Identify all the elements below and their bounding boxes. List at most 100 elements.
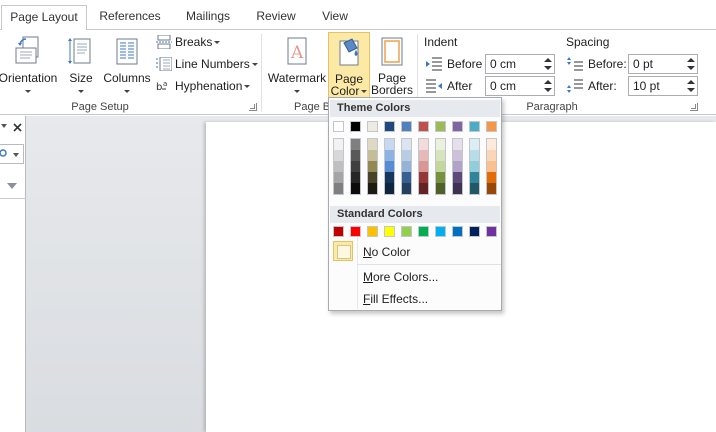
close-icon[interactable] xyxy=(13,123,22,132)
breaks-button[interactable]: Breaks xyxy=(156,32,226,52)
theme-color-swatch[interactable] xyxy=(333,121,344,132)
theme-shade-swatch[interactable] xyxy=(487,183,496,194)
theme-shade-swatch[interactable] xyxy=(385,183,394,194)
theme-shade-swatch[interactable] xyxy=(402,161,411,172)
theme-shade-swatch[interactable] xyxy=(487,172,496,183)
theme-color-swatch[interactable] xyxy=(401,121,412,132)
theme-shade-swatch[interactable] xyxy=(453,139,462,150)
theme-shade-swatch[interactable] xyxy=(351,172,360,183)
theme-shade-swatch[interactable] xyxy=(334,183,343,194)
theme-shade-swatch[interactable] xyxy=(436,161,445,172)
theme-shade-swatch[interactable] xyxy=(419,161,428,172)
theme-shade-swatch[interactable] xyxy=(470,172,479,183)
theme-shade-swatch[interactable] xyxy=(385,172,394,183)
more-colors-item[interactable]: More Colors... xyxy=(363,268,438,286)
theme-shade-swatch[interactable] xyxy=(487,161,496,172)
standard-color-swatch[interactable] xyxy=(367,226,378,237)
page-borders-button[interactable]: Page Borders xyxy=(371,32,413,97)
theme-shade-swatch[interactable] xyxy=(470,139,479,150)
theme-shade-swatch[interactable] xyxy=(436,150,445,161)
standard-color-swatch[interactable] xyxy=(469,226,480,237)
theme-color-swatch[interactable] xyxy=(367,121,378,132)
columns-button[interactable]: Columns xyxy=(102,32,152,96)
standard-color-swatch[interactable] xyxy=(418,226,429,237)
theme-shade-swatch[interactable] xyxy=(368,172,377,183)
theme-color-swatch[interactable] xyxy=(452,121,463,132)
theme-shade-swatch[interactable] xyxy=(368,183,377,194)
theme-color-swatch[interactable] xyxy=(418,121,429,132)
theme-shade-swatch[interactable] xyxy=(351,139,360,150)
theme-color-swatch[interactable] xyxy=(486,121,497,132)
theme-color-swatch[interactable] xyxy=(435,121,446,132)
theme-shade-swatch[interactable] xyxy=(453,172,462,183)
size-button[interactable]: Size xyxy=(64,32,98,96)
page-color-button[interactable]: Page Color xyxy=(328,32,370,99)
theme-shade-swatch[interactable] xyxy=(385,150,394,161)
standard-color-swatch[interactable] xyxy=(435,226,446,237)
theme-color-swatch[interactable] xyxy=(469,121,480,132)
nav-options-chevron-icon[interactable] xyxy=(7,183,17,189)
theme-shade-swatch[interactable] xyxy=(402,150,411,161)
standard-color-swatch[interactable] xyxy=(401,226,412,237)
theme-shade-swatch[interactable] xyxy=(334,139,343,150)
standard-color-swatch[interactable] xyxy=(384,226,395,237)
theme-shade-swatch[interactable] xyxy=(470,161,479,172)
standard-color-swatch[interactable] xyxy=(350,226,361,237)
standard-color-swatch[interactable] xyxy=(452,226,463,237)
tab-view[interactable]: View xyxy=(312,5,358,30)
chevron-down-icon[interactable] xyxy=(13,153,19,157)
theme-shade-swatch[interactable] xyxy=(368,161,377,172)
theme-shade-swatch[interactable] xyxy=(419,183,428,194)
theme-color-swatch[interactable] xyxy=(350,121,361,132)
indent-before-input[interactable]: 0 cm xyxy=(485,54,555,74)
theme-shade-swatch[interactable] xyxy=(402,172,411,183)
theme-shade-swatch[interactable] xyxy=(385,161,394,172)
spacing-after-input[interactable]: 10 pt xyxy=(628,76,698,96)
theme-shade-swatch[interactable] xyxy=(436,172,445,183)
theme-shade-swatch[interactable] xyxy=(453,150,462,161)
theme-shade-swatch[interactable] xyxy=(453,161,462,172)
orientation-button[interactable]: Orientation xyxy=(0,32,60,96)
theme-shade-swatch[interactable] xyxy=(402,183,411,194)
theme-shade-swatch[interactable] xyxy=(453,183,462,194)
no-color-item[interactable]: No Color xyxy=(363,243,410,261)
hyphenation-button[interactable]: ba Hyphenation xyxy=(156,76,256,96)
spinner-arrows-icon[interactable] xyxy=(687,78,695,94)
theme-shade-swatch[interactable] xyxy=(368,139,377,150)
pane-options-chevron-icon[interactable] xyxy=(1,124,7,128)
theme-shade-swatch[interactable] xyxy=(368,150,377,161)
theme-shade-swatch[interactable] xyxy=(419,139,428,150)
line-numbers-button[interactable]: Line Numbers xyxy=(156,54,258,74)
standard-color-swatch[interactable] xyxy=(333,226,344,237)
spinner-arrows-icon[interactable] xyxy=(544,56,552,72)
navigation-search-input[interactable] xyxy=(0,144,24,164)
theme-shade-swatch[interactable] xyxy=(487,139,496,150)
tab-references[interactable]: References xyxy=(90,5,170,30)
theme-shade-swatch[interactable] xyxy=(402,139,411,150)
theme-shade-swatch[interactable] xyxy=(436,183,445,194)
theme-shade-swatch[interactable] xyxy=(334,172,343,183)
theme-shade-swatch[interactable] xyxy=(351,161,360,172)
theme-shade-swatch[interactable] xyxy=(334,150,343,161)
theme-color-swatch[interactable] xyxy=(384,121,395,132)
standard-color-swatch[interactable] xyxy=(486,226,497,237)
spacing-before-input[interactable]: 0 pt xyxy=(628,54,698,74)
watermark-button[interactable]: A Watermark xyxy=(266,32,328,96)
theme-shade-swatch[interactable] xyxy=(487,150,496,161)
tab-mailings[interactable]: Mailings xyxy=(176,5,240,30)
indent-after-input[interactable]: 0 cm xyxy=(485,76,555,96)
theme-shade-swatch[interactable] xyxy=(385,139,394,150)
theme-shade-swatch[interactable] xyxy=(436,139,445,150)
page-setup-launcher-icon[interactable] xyxy=(249,103,257,111)
theme-shade-swatch[interactable] xyxy=(470,150,479,161)
theme-shade-swatch[interactable] xyxy=(419,172,428,183)
theme-shade-swatch[interactable] xyxy=(351,150,360,161)
theme-shade-swatch[interactable] xyxy=(470,183,479,194)
no-color-swatch-icon[interactable] xyxy=(333,241,353,261)
tab-page-layout[interactable]: Page Layout xyxy=(1,5,87,30)
fill-effects-item[interactable]: Fill Effects... xyxy=(363,290,428,308)
theme-shade-swatch[interactable] xyxy=(334,161,343,172)
paragraph-launcher-icon[interactable] xyxy=(690,103,698,111)
tab-review[interactable]: Review xyxy=(248,5,304,30)
spinner-arrows-icon[interactable] xyxy=(687,56,695,72)
